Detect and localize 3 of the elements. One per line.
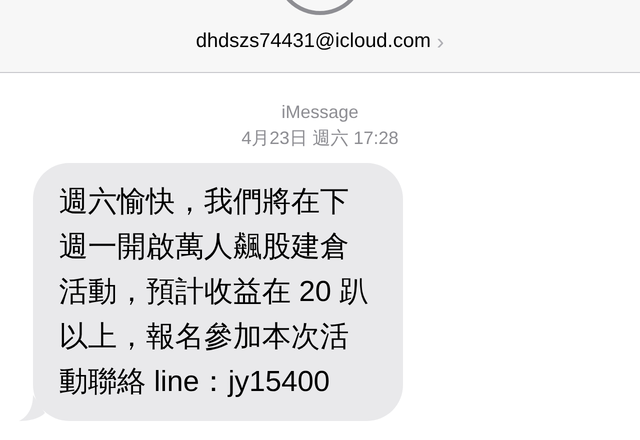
timestamp: 4月23日 週六 17:28	[241, 127, 399, 150]
contact-name[interactable]: dhdszs74431@icloud.com	[196, 30, 431, 53]
service-label: iMessage	[281, 101, 359, 124]
